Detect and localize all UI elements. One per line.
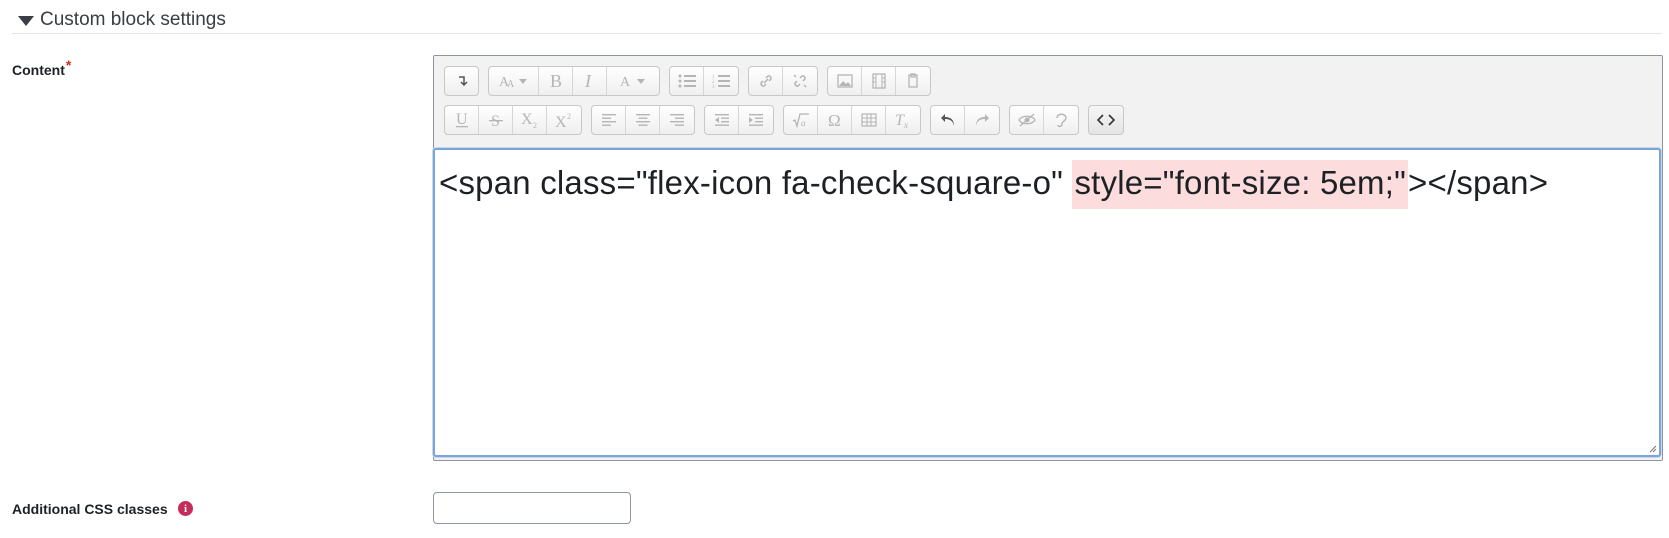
toolbar-group-lists: 123 xyxy=(669,66,739,96)
section-header[interactable]: Custom block settings xyxy=(12,6,1662,34)
source-code-line[interactable]: <span class="flex-icon fa-check-square-o… xyxy=(439,160,1549,209)
svg-text:X: X xyxy=(521,111,533,128)
media-icon[interactable] xyxy=(862,67,896,95)
caret-down-icon[interactable] xyxy=(18,15,34,26)
table-icon[interactable] xyxy=(852,106,886,134)
content-label: Content* xyxy=(12,57,71,78)
section-title[interactable]: Custom block settings xyxy=(40,9,226,31)
info-icon[interactable]: i xyxy=(178,501,193,516)
toolbar-group-links xyxy=(748,66,818,96)
special-character-icon[interactable]: Ω xyxy=(818,106,852,134)
svg-text:A: A xyxy=(507,79,515,89)
toolbar-group-media xyxy=(827,66,931,96)
svg-text:X: X xyxy=(555,114,567,129)
code-highlight: style="font-size: 5em;" xyxy=(1072,160,1409,209)
svg-text:2: 2 xyxy=(533,121,537,129)
indent-icon[interactable] xyxy=(739,106,773,134)
subscript-icon[interactable]: X2 xyxy=(513,106,547,134)
align-right-icon[interactable] xyxy=(660,106,694,134)
svg-text:I: I xyxy=(584,72,592,90)
ordered-list-icon[interactable]: 123 xyxy=(704,67,738,95)
html-source-icon[interactable] xyxy=(1089,106,1123,134)
toolbar-group-accessibility xyxy=(1009,105,1079,135)
svg-text:Ω: Ω xyxy=(828,111,841,129)
paragraph-style-icon[interactable]: AA xyxy=(489,67,539,95)
unordered-list-icon[interactable] xyxy=(670,67,704,95)
underline-icon[interactable]: U xyxy=(445,106,479,134)
content-label-text: Content xyxy=(12,62,65,78)
css-classes-input[interactable] xyxy=(433,492,631,524)
svg-text:U: U xyxy=(456,111,468,128)
svg-text:3: 3 xyxy=(712,85,715,88)
manage-files-icon[interactable] xyxy=(896,67,930,95)
bold-icon[interactable]: B xyxy=(539,67,573,95)
resize-handle-icon[interactable] xyxy=(1647,443,1657,453)
redo-icon[interactable] xyxy=(965,106,999,134)
toolbar-group-align xyxy=(591,105,695,135)
svg-text:A: A xyxy=(620,75,631,89)
unlink-icon[interactable] xyxy=(783,67,817,95)
clear-formatting-icon[interactable]: Tx xyxy=(886,106,920,134)
css-classes-label: Additional CSS classes xyxy=(12,501,168,517)
toolbar-group-text-format: U S X2 X2 xyxy=(444,105,582,135)
strikethrough-icon[interactable]: S xyxy=(479,106,513,134)
toolbar-row-2: U S X2 X2 a Ω T x xyxy=(444,105,1133,135)
toolbar-group-style: AA B I A xyxy=(488,66,660,96)
toolbar-group-collapse xyxy=(444,66,479,96)
italic-icon[interactable]: I xyxy=(573,67,607,95)
align-center-icon[interactable] xyxy=(626,106,660,134)
svg-text:B: B xyxy=(550,72,562,90)
code-after: ></span> xyxy=(1408,164,1549,201)
toolbar-group-html xyxy=(1088,105,1124,135)
svg-text:a: a xyxy=(801,118,806,128)
code-before: <span class="flex-icon fa-check-square-o… xyxy=(439,164,1073,201)
html-source-textarea[interactable]: <span class="flex-icon fa-check-square-o… xyxy=(433,148,1661,457)
required-mark: * xyxy=(65,57,72,73)
link-icon[interactable] xyxy=(749,67,783,95)
toolbar-row-1: AA B I A 123 xyxy=(444,66,940,96)
arrow-icon[interactable] xyxy=(445,67,478,95)
toolbar-group-indent xyxy=(704,105,774,135)
undo-icon[interactable] xyxy=(931,106,965,134)
accessibility-checker-icon[interactable] xyxy=(1010,106,1044,134)
outdent-icon[interactable] xyxy=(705,106,739,134)
screenreader-helper-icon[interactable] xyxy=(1044,106,1078,134)
toolbar-group-insert: a Ω Tx xyxy=(783,105,921,135)
svg-text:x: x xyxy=(903,120,908,129)
align-left-icon[interactable] xyxy=(592,106,626,134)
toolbar-group-history xyxy=(930,105,1000,135)
font-color-icon[interactable]: A xyxy=(607,67,659,95)
image-icon[interactable] xyxy=(828,67,862,95)
svg-text:2: 2 xyxy=(567,112,571,121)
equation-icon[interactable]: a xyxy=(784,106,818,134)
superscript-icon[interactable]: X2 xyxy=(547,106,581,134)
